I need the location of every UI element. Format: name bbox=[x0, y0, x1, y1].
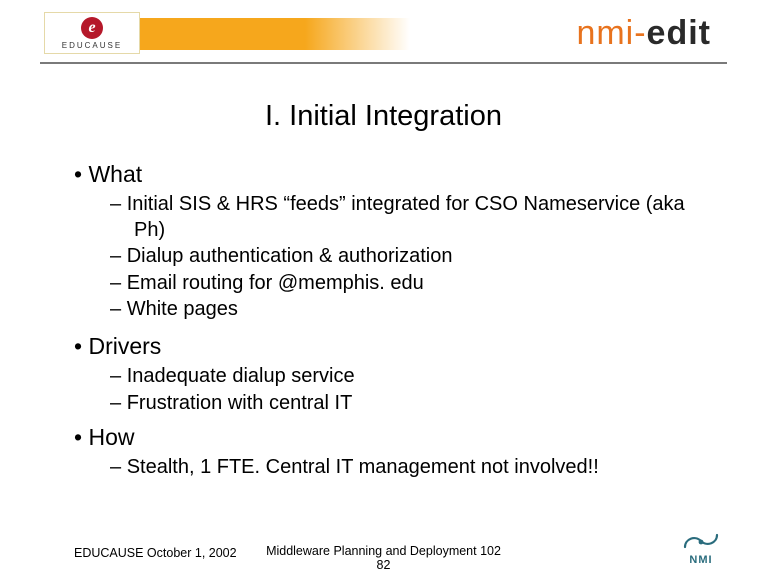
list-item: Dialup authentication & authorization bbox=[110, 244, 707, 270]
content-area: What Initial SIS & HRS “feeds” integrate… bbox=[74, 161, 707, 481]
brand-prefix: nmi- bbox=[576, 14, 646, 52]
footer-center-line1: Middleware Planning and Deployment 102 bbox=[266, 544, 501, 558]
list-item: Initial SIS & HRS “feeds” integrated for… bbox=[110, 192, 707, 243]
footer-left: EDUCAUSE October 1, 2002 bbox=[74, 546, 237, 560]
list-item: Email routing for @memphis. edu bbox=[110, 271, 707, 297]
nmi-swirl-icon bbox=[683, 533, 719, 551]
nmi-logo: NMI bbox=[683, 533, 719, 566]
slide-title: I. Initial Integration bbox=[0, 100, 767, 133]
footer-center-line2: 82 bbox=[377, 558, 391, 572]
brand-suffix: edit bbox=[647, 14, 711, 52]
header-divider bbox=[40, 62, 727, 64]
footer-center: Middleware Planning and Deployment 102 8… bbox=[266, 544, 501, 572]
section-heading-drivers: Drivers bbox=[74, 333, 707, 360]
list-item: Frustration with central IT bbox=[110, 391, 707, 417]
educause-logo: e EDUCAUSE bbox=[44, 12, 140, 54]
list-item: Inadequate dialup service bbox=[110, 364, 707, 390]
list-item: Stealth, 1 FTE. Central IT management no… bbox=[110, 455, 707, 481]
nmi-edit-brand: nmi-edit bbox=[576, 14, 711, 53]
nmi-text: NMI bbox=[683, 554, 719, 566]
header-bar: e EDUCAUSE nmi-edit bbox=[0, 0, 767, 66]
section-heading-how: How bbox=[74, 424, 707, 451]
educause-label: EDUCAUSE bbox=[62, 41, 122, 50]
list-item: White pages bbox=[110, 297, 707, 323]
educause-e-icon: e bbox=[81, 17, 103, 39]
section-heading-what: What bbox=[74, 161, 707, 188]
